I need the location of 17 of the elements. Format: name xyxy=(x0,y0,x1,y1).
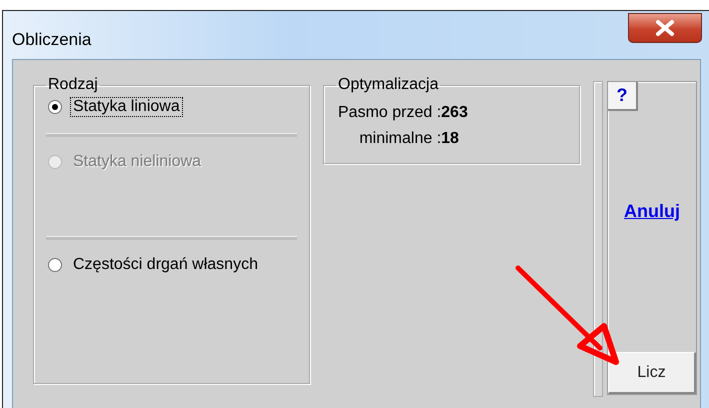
window-title: Obliczenia xyxy=(12,30,92,50)
compute-button[interactable]: Licz xyxy=(608,352,696,394)
field-label: Pasmo przed : xyxy=(338,104,442,122)
field-label: minimalne : xyxy=(358,130,442,148)
help-button[interactable]: ? xyxy=(608,82,638,111)
splitter-bar[interactable] xyxy=(593,81,603,397)
field-value: 18 xyxy=(441,130,460,148)
close-icon xyxy=(653,19,677,37)
field-value: 263 xyxy=(441,104,468,122)
cancel-link[interactable]: Anuluj xyxy=(624,201,680,222)
close-button[interactable] xyxy=(628,13,702,43)
radio-label[interactable]: Częstości drgań własnych xyxy=(70,255,261,275)
radio-button[interactable] xyxy=(48,100,62,114)
group-title: Optymalizacja xyxy=(337,76,440,94)
radio-button[interactable] xyxy=(48,258,62,272)
radio-label[interactable]: Statyka liniowa xyxy=(70,97,183,117)
group-title: Rodzaj xyxy=(47,76,99,94)
